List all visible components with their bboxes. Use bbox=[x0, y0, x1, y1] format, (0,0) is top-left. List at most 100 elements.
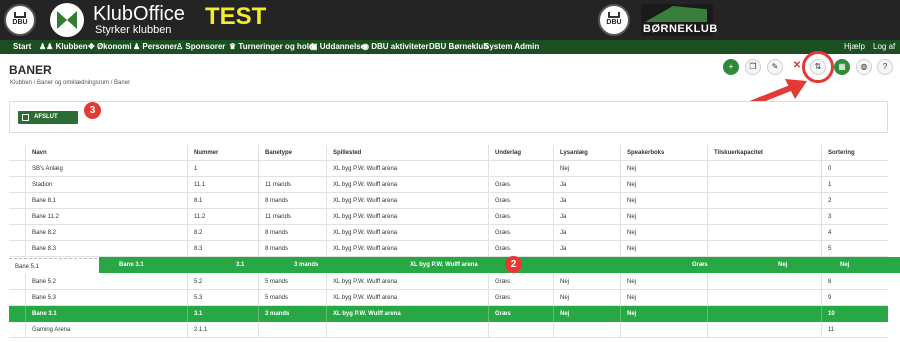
table-cell: 8 mands bbox=[258, 225, 326, 241]
nav-dbu-boerneklub[interactable]: DBU Børneklub bbox=[429, 40, 488, 54]
dragged-row[interactable]: Bane 3.1 3.1 3 mands XL byg P.W. Wulff a… bbox=[99, 257, 900, 273]
table-cell: XL byg P.W. Wulff arena bbox=[326, 193, 488, 209]
row-handle[interactable] bbox=[9, 209, 25, 225]
table-cell: Nej bbox=[553, 274, 620, 290]
nav-logout[interactable]: Log af bbox=[873, 40, 895, 54]
table-cell: 1 bbox=[821, 177, 888, 193]
nav-system-admin[interactable]: System Admin bbox=[484, 40, 539, 54]
nav-turneringer[interactable]: ♛ Turneringer og hold bbox=[229, 40, 314, 54]
column-header[interactable]: Navn bbox=[25, 145, 187, 161]
row-handle[interactable] bbox=[9, 177, 25, 193]
dbu-logo-icon: DBU bbox=[4, 4, 36, 36]
app-window: DBU KlubOffice Styrker klubben TEST DBU … bbox=[0, 0, 900, 342]
table-cell: 2.1.1 bbox=[187, 322, 258, 338]
environment-label: TEST bbox=[205, 3, 267, 30]
column-header[interactable]: Lysanlæg bbox=[553, 145, 620, 161]
breadcrumb[interactable]: Klubben / Baner og omklædningsrum / Bane… bbox=[10, 80, 130, 86]
table-row[interactable]: Stadion 11.1 11 mands XL byg P.W. Wulff are… bbox=[9, 177, 888, 193]
table-row[interactable]: Bane 5.2 5.2 5 mands XL byg P.W. Wulff aren… bbox=[9, 274, 888, 290]
table-cell: 8.1 bbox=[187, 193, 258, 209]
table-cell: 8 mands bbox=[258, 241, 326, 257]
table-cell: XL byg P.W. Wulff arena bbox=[326, 177, 488, 193]
column-header[interactable]: Spillested bbox=[326, 145, 488, 161]
boerneklub-logo: BØRNEKLUB bbox=[641, 4, 717, 36]
table-cell bbox=[707, 306, 821, 322]
row-handle[interactable] bbox=[9, 274, 25, 290]
column-header[interactable]: Tilskuerkapacitet bbox=[707, 145, 821, 161]
table-cell bbox=[707, 225, 821, 241]
table-row[interactable]: Bane 8.1 8.1 8 mands XL byg P.W. Wulff aren… bbox=[9, 193, 888, 209]
header-spacer bbox=[9, 145, 25, 161]
table-cell: Nej bbox=[553, 306, 620, 322]
table-row[interactable]: Bane 8.2 8.2 8 mands XL byg P.W. Wulff aren… bbox=[9, 225, 888, 241]
table-cell: 8.3 bbox=[187, 241, 258, 257]
row-handle[interactable] bbox=[9, 241, 25, 257]
table-cell bbox=[707, 274, 821, 290]
plus-icon: + bbox=[728, 62, 734, 71]
table-cell: 10 bbox=[821, 306, 888, 322]
nav-help[interactable]: Hjælp bbox=[844, 40, 865, 54]
table-row[interactable]: Gaming Arena 2.1.1 11 bbox=[9, 322, 888, 338]
table-cell: Nej bbox=[620, 241, 707, 257]
row-handle[interactable] bbox=[9, 322, 25, 338]
user-icon: ♙ bbox=[176, 42, 186, 51]
table-cell: Nej bbox=[553, 290, 620, 306]
row-handle[interactable] bbox=[9, 225, 25, 241]
nav-personer[interactable]: ♟ Personer bbox=[133, 40, 177, 54]
table-cell: XL byg P.W. Wulff arena bbox=[326, 290, 488, 306]
row-handle[interactable] bbox=[9, 193, 25, 209]
main-navigation: Start ♟♟ Klubben ✥ Økonomi ♟ Personer ♙ … bbox=[0, 40, 900, 54]
table-cell bbox=[258, 322, 326, 338]
table-cell: 8.2 bbox=[187, 225, 258, 241]
table-cell bbox=[620, 322, 707, 338]
table-cell: Ja bbox=[553, 177, 620, 193]
nav-sponsorer[interactable]: ♙ Sponsorer bbox=[176, 40, 225, 54]
excel-export-button[interactable]: ▦ bbox=[834, 59, 850, 75]
table-cell: 8 bbox=[821, 274, 888, 290]
table-cell: Nej bbox=[620, 209, 707, 225]
table-cell: 11.1 bbox=[187, 177, 258, 193]
table-cell: Græs bbox=[488, 193, 553, 209]
row-handle[interactable] bbox=[9, 290, 25, 306]
help-button[interactable]: ? bbox=[877, 59, 893, 75]
finish-sorting-button[interactable]: AFSLUT SORTERI... bbox=[18, 111, 78, 133]
table-row[interactable]: Bane 11.2 11.2 11 mands XL byg P.W. Wulff a… bbox=[9, 209, 888, 225]
table-row[interactable]: Bane 8.3 8.3 8 mands XL byg P.W. Wulff aren… bbox=[9, 241, 888, 257]
table-cell: Græs bbox=[488, 177, 553, 193]
table-cell: Gaming Arena bbox=[25, 322, 187, 338]
table-cell: 3 bbox=[821, 209, 888, 225]
row-handle[interactable] bbox=[9, 306, 25, 322]
row-handle[interactable] bbox=[9, 161, 25, 177]
close-icon: ✕ bbox=[792, 60, 802, 71]
table-cell bbox=[707, 193, 821, 209]
table-row[interactable]: SB's Anlæg 1 XL byg P.W. Wulff arena Nej Nej… bbox=[9, 161, 888, 177]
table-cell bbox=[258, 161, 326, 177]
nav-dbu-aktiviteter[interactable]: ◉ DBU aktiviteter bbox=[362, 40, 429, 54]
table-cell: Ja bbox=[553, 193, 620, 209]
table-cell: Bane 8.1 bbox=[25, 193, 187, 209]
table-cell: Nej bbox=[620, 306, 707, 322]
table-row-selected[interactable]: Bane 3.1 3.1 3 mands XL byg P.W. Wulff aren… bbox=[9, 306, 888, 322]
table-cell: Ja bbox=[553, 225, 620, 241]
table-cell bbox=[707, 209, 821, 225]
nav-start[interactable]: Start bbox=[13, 40, 31, 54]
column-header[interactable]: Nummer bbox=[187, 145, 258, 161]
table-cell: Nej bbox=[620, 225, 707, 241]
nav-uddannelse[interactable]: ▣ Uddannelse bbox=[310, 40, 365, 54]
table-row[interactable]: Bane 5.3 5.3 5 mands XL byg P.W. Wulff aren… bbox=[9, 290, 888, 306]
globe-button[interactable]: ◍ bbox=[856, 59, 872, 75]
table-cell: 3 mands bbox=[258, 306, 326, 322]
brand-tagline: Styrker klubben bbox=[95, 24, 172, 36]
nav-oekonomi[interactable]: ✥ Økonomi bbox=[88, 40, 132, 54]
table-cell: Bane 5.2 bbox=[25, 274, 187, 290]
table-cell: Nej bbox=[620, 193, 707, 209]
column-header[interactable]: Underlag bbox=[488, 145, 553, 161]
table-cell: Græs bbox=[488, 274, 553, 290]
table-cell: Bane 8.3 bbox=[25, 241, 187, 257]
column-header[interactable]: Speakerboks bbox=[620, 145, 707, 161]
nav-klubben[interactable]: ♟♟ Klubben bbox=[39, 40, 88, 54]
table-cell: 5.3 bbox=[187, 290, 258, 306]
column-header[interactable]: Banetype bbox=[258, 145, 326, 161]
column-header[interactable]: Sortering bbox=[821, 145, 888, 161]
table-cell: SB's Anlæg bbox=[25, 161, 187, 177]
